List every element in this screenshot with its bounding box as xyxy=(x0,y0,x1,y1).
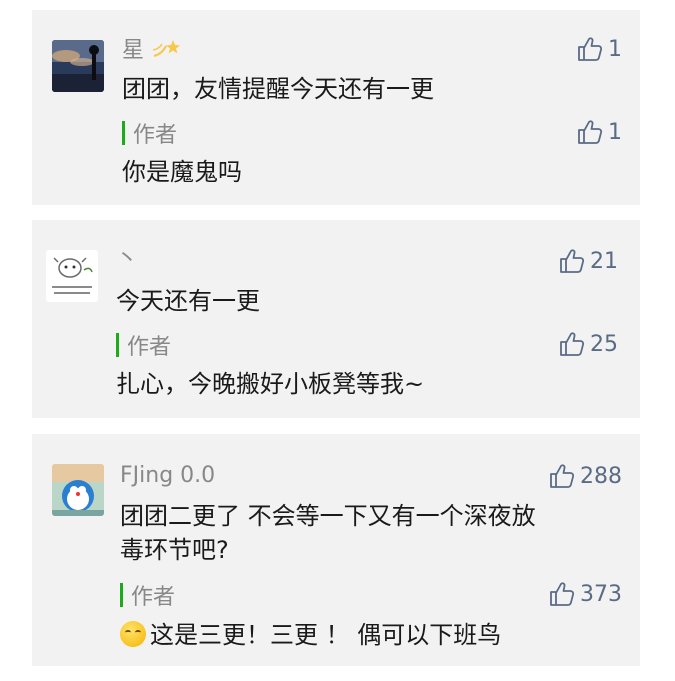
dizzy-star-icon xyxy=(152,40,181,57)
like-count: 1 xyxy=(608,119,622,145)
like-button[interactable]: 21 xyxy=(558,246,618,276)
comment-nickname[interactable]: 丶 xyxy=(116,246,138,274)
comment-nickname[interactable]: 星 xyxy=(122,36,181,65)
thumbs-up-icon xyxy=(576,118,604,146)
thumbs-up-icon xyxy=(558,247,586,275)
author-reply-label: 作者 xyxy=(116,330,171,360)
thumbs-up-icon xyxy=(548,462,576,490)
author-bar xyxy=(116,333,119,357)
like-button[interactable]: 288 xyxy=(548,461,622,491)
comment-text: 今天还有一更 xyxy=(116,287,260,315)
like-count: 21 xyxy=(590,248,618,274)
comment-text: 团团二更了 不会等一下又有一个深夜放 毒环节吧? xyxy=(120,502,536,564)
like-button[interactable]: 1 xyxy=(576,34,622,64)
author-bar xyxy=(120,583,123,607)
author-reply-label: 作者 xyxy=(122,118,177,148)
comment-nickname[interactable]: FJing 0.0 xyxy=(120,462,215,490)
thumbs-up-icon xyxy=(576,35,604,63)
reply-like-button[interactable]: 25 xyxy=(558,329,618,359)
thumbs-up-icon xyxy=(548,580,576,608)
like-count: 373 xyxy=(580,581,622,607)
reply-text: 扎心，今晚搬好小板凳等我~ xyxy=(116,370,425,398)
reply-like-button[interactable]: 1 xyxy=(576,117,622,147)
comment-card-2: 丶 今天还有一更 21 作者 25 扎心，今晚搬好小板凳等我~ xyxy=(32,220,640,418)
smile-emoji-icon xyxy=(120,621,146,647)
author-bar xyxy=(122,121,125,145)
like-count: 1 xyxy=(608,36,622,62)
thumbs-up-icon xyxy=(558,330,586,358)
reply-text: 这是三更！三更 ！ 偶可以下班鸟 xyxy=(120,618,501,652)
comment-card-3: FJing 0.0 团团二更了 不会等一下又有一个深夜放 毒环节吧? 288 作… xyxy=(32,434,640,666)
like-count: 288 xyxy=(580,463,622,489)
like-count: 25 xyxy=(590,331,618,357)
comment-text: 团团，友情提醒今天还有一更 xyxy=(122,75,434,103)
comment-card-1: 星 团团，友情提醒今天还有一更 1 作者 1 你是魔鬼吗 xyxy=(32,10,640,205)
avatar[interactable] xyxy=(46,250,98,302)
reply-like-button[interactable]: 373 xyxy=(548,579,622,609)
avatar[interactable] xyxy=(52,464,104,516)
avatar[interactable] xyxy=(52,40,104,92)
author-reply-label: 作者 xyxy=(120,580,175,610)
reply-text: 你是魔鬼吗 xyxy=(122,158,242,186)
